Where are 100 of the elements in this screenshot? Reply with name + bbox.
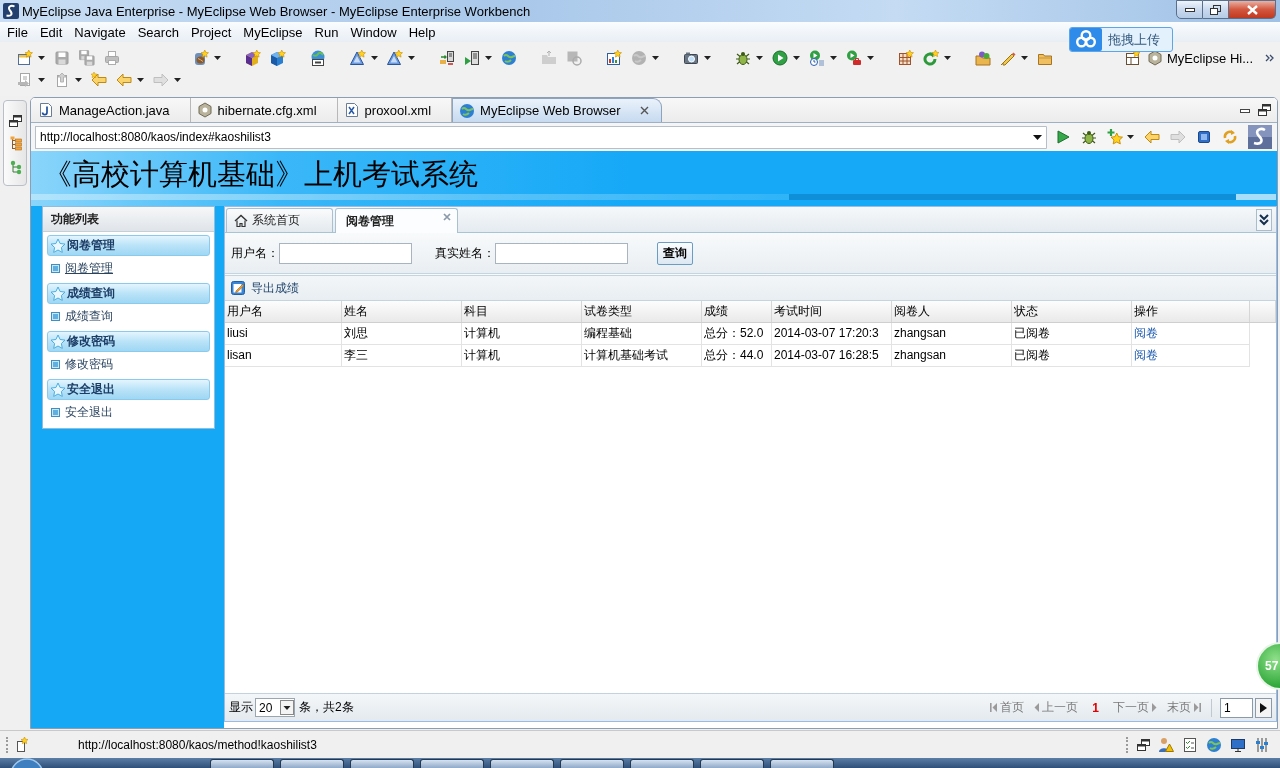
taskbar-button[interactable] (420, 759, 484, 768)
restore-icon[interactable] (1258, 104, 1271, 116)
sidebar-group-header[interactable]: 安全退出 (47, 379, 210, 400)
triangle-star-icon[interactable] (350, 50, 366, 66)
sliders-icon[interactable] (1254, 736, 1270, 753)
monitor-icon[interactable] (1230, 736, 1246, 753)
taskbar-button[interactable] (700, 759, 764, 768)
arrow-left-icon[interactable] (1144, 129, 1160, 145)
refresh-star-icon[interactable] (923, 50, 939, 66)
page-tab[interactable]: 阅卷管理 (335, 208, 458, 233)
taskbar-button[interactable] (490, 759, 554, 768)
play-icon[interactable] (1055, 129, 1071, 145)
bug-icon[interactable] (1081, 129, 1097, 145)
tree-icon[interactable] (8, 160, 22, 175)
bean-icon[interactable] (193, 50, 209, 66)
server-play-icon[interactable] (464, 50, 480, 66)
dropdown-caret-icon[interactable] (1127, 135, 1134, 139)
dropdown-caret-icon[interactable] (408, 56, 415, 60)
dropdown-caret-icon[interactable] (944, 56, 951, 60)
play-icon[interactable] (772, 50, 788, 66)
taskbar-button[interactable] (630, 759, 694, 768)
play-clock-icon[interactable] (809, 50, 825, 66)
start-orb-icon[interactable] (10, 758, 44, 768)
bug-icon[interactable] (735, 50, 751, 66)
camera-icon[interactable] (683, 50, 699, 66)
editor-tab[interactable]: ManageAction.java (32, 98, 191, 122)
pen-icon[interactable] (1000, 50, 1016, 66)
menu-item[interactable]: MyEclipse (237, 23, 309, 41)
dropdown-caret-icon[interactable] (756, 56, 763, 60)
document-star-icon[interactable] (17, 50, 33, 66)
server-arrow-icon[interactable] (439, 50, 455, 66)
star-plus-icon[interactable] (1107, 129, 1123, 145)
close-button[interactable] (1229, 0, 1276, 19)
menu-item[interactable]: Edit (33, 23, 69, 41)
restore-icon[interactable] (8, 115, 22, 127)
sidebar-link[interactable]: 阅卷管理 (43, 256, 214, 280)
text-field[interactable] (495, 242, 628, 264)
editor-tab[interactable]: MyEclipse Web Browser (452, 98, 662, 122)
dropdown-caret-icon[interactable] (867, 56, 874, 60)
cube-icon[interactable] (245, 50, 261, 66)
person-warning-icon[interactable] (1158, 736, 1174, 753)
sidebar-group-header[interactable]: 修改密码 (47, 331, 210, 352)
menu-item[interactable]: Help (402, 23, 442, 41)
menu-item[interactable]: Search (131, 23, 185, 41)
minimize-button[interactable] (1176, 0, 1203, 19)
globe-icon[interactable] (501, 50, 517, 66)
stop-icon[interactable] (1196, 129, 1212, 145)
close-icon[interactable] (443, 213, 451, 221)
folder-balls-icon[interactable] (975, 50, 991, 66)
window-star-icon[interactable] (17, 737, 28, 752)
taskbar-button[interactable] (280, 759, 344, 768)
taskbar-button[interactable] (210, 759, 274, 768)
hierarchy-icon[interactable] (8, 136, 22, 151)
dropdown-caret-icon[interactable] (485, 56, 492, 60)
dropdown-caret-icon[interactable] (704, 56, 711, 60)
minimize-icon[interactable] (1240, 107, 1250, 113)
checklist-icon[interactable] (1182, 736, 1198, 753)
search-button[interactable]: 查询 (657, 241, 693, 265)
restore-button[interactable] (1203, 0, 1229, 19)
taskbar-button[interactable] (560, 759, 624, 768)
current-page[interactable]: 1 (1092, 700, 1099, 715)
page-number-field[interactable]: 1 (1220, 697, 1253, 718)
menu-item[interactable]: Project (184, 23, 238, 41)
dropdown-caret-icon[interactable] (793, 56, 800, 60)
double-chevron-down-icon[interactable] (1256, 208, 1272, 231)
sidebar-group-header[interactable]: 成绩查询 (47, 283, 210, 304)
action-link[interactable]: 阅卷 (1134, 326, 1158, 340)
globe-icon[interactable] (1206, 736, 1222, 753)
dropdown-caret-icon[interactable] (830, 56, 837, 60)
menu-item[interactable]: Window (344, 23, 403, 41)
restore-icon[interactable] (1137, 738, 1150, 751)
menu-item[interactable]: Navigate (68, 23, 132, 41)
dropdown-caret-icon[interactable] (371, 56, 378, 60)
perspective-button[interactable]: MyEclipse Hi... (1145, 50, 1255, 66)
globe-label-icon[interactable] (310, 50, 326, 66)
arrow-left-star-icon[interactable] (91, 72, 107, 88)
upload-button[interactable]: 拖拽上传 (1069, 27, 1173, 52)
close-icon[interactable] (639, 106, 649, 115)
page-tab[interactable]: 系统首页 (226, 208, 333, 232)
menu-item[interactable]: Run (308, 23, 345, 41)
dropdown-caret-icon[interactable] (38, 56, 45, 60)
dropdown-caret-icon[interactable] (1029, 125, 1047, 149)
page-size-select[interactable]: 20 (255, 698, 295, 717)
go-button[interactable] (1255, 697, 1272, 718)
menu-item[interactable]: File (1, 23, 34, 41)
dropdown-caret-icon[interactable] (214, 56, 221, 60)
url-field[interactable]: http://localhost:8080/kaos/index#kaoshilist3 (35, 125, 1029, 149)
editor-tab[interactable]: hibernate.cfg.xml (190, 98, 338, 122)
arrow-left-icon[interactable] (116, 72, 132, 88)
taskbar-button[interactable] (350, 759, 414, 768)
cube-icon[interactable] (270, 50, 286, 66)
taskbar-button[interactable] (770, 759, 834, 768)
action-link[interactable]: 阅卷 (1134, 348, 1158, 362)
play-toolbox-icon[interactable] (846, 50, 862, 66)
double-chevron-icon[interactable] (1265, 54, 1274, 62)
export-link[interactable]: 导出成绩 (231, 279, 299, 297)
dropdown-caret-icon[interactable] (1021, 56, 1028, 60)
sidebar-group-header[interactable]: 阅卷管理 (47, 235, 210, 256)
triangle-star-icon[interactable] (387, 50, 403, 66)
dropdown-caret-icon[interactable] (137, 78, 144, 82)
